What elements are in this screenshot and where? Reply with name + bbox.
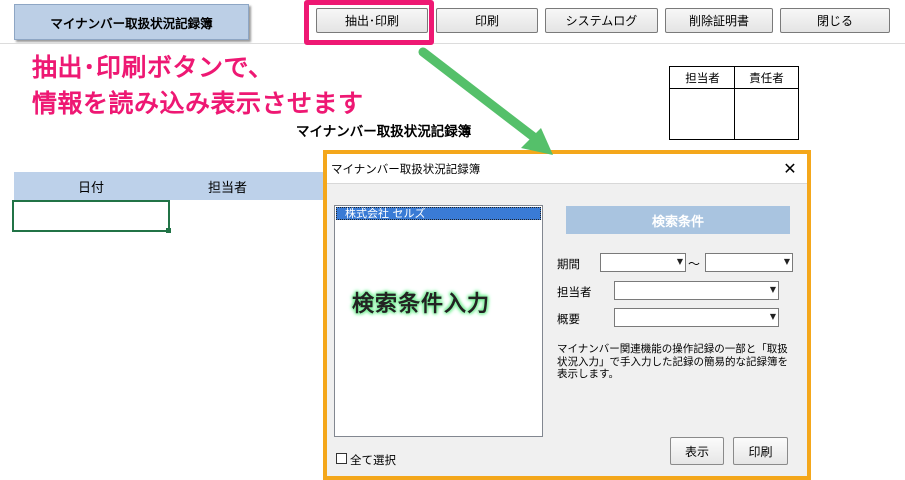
chevron-down-icon: ▼ bbox=[769, 312, 776, 321]
stamp-supervisor: 責任者 bbox=[734, 67, 799, 89]
select-all-checkbox[interactable] bbox=[336, 453, 347, 464]
chevron-down-icon: ▼ bbox=[783, 257, 790, 266]
sheet-header-row: 日付 担当者 bbox=[14, 172, 324, 200]
dialog-description: マイナンバー関連機能の操作記録の一部と「取扱状況入力」で手入力した記録の簡易的な… bbox=[557, 343, 788, 380]
summary-select[interactable]: ▼ bbox=[614, 308, 779, 327]
system-log-button[interactable]: システムログ bbox=[545, 8, 658, 33]
extract-print-highlight bbox=[304, 0, 434, 45]
callout-line-1: 抽出･印刷ボタンで、 bbox=[32, 53, 274, 82]
select-all-label: 全て選択 bbox=[350, 453, 396, 467]
fill-handle[interactable] bbox=[166, 228, 171, 233]
approval-stamp-box: 担当者 責任者 bbox=[669, 66, 799, 140]
dialog-print-button[interactable]: 印刷 bbox=[733, 437, 788, 465]
dialog-title: マイナンバー取扱状況記録簿 bbox=[331, 162, 481, 176]
list-item[interactable]: 株式会社 セルズ bbox=[336, 207, 541, 220]
close-button[interactable]: 閉じる bbox=[780, 8, 890, 33]
column-header-date: 日付 bbox=[78, 181, 105, 196]
period-label: 期間 bbox=[557, 257, 580, 271]
deletion-certificate-button[interactable]: 削除証明書 bbox=[665, 8, 773, 33]
staff-select[interactable]: ▼ bbox=[614, 281, 779, 300]
period-end-select[interactable]: ▼ bbox=[705, 253, 793, 272]
period-start-select[interactable]: ▼ bbox=[600, 253, 686, 272]
stamp-person-in-charge: 担当者 bbox=[670, 67, 735, 89]
search-condition-overlay-label: 検索条件入力 bbox=[352, 292, 491, 317]
active-cell[interactable] bbox=[12, 200, 170, 232]
sheet-title-plate: マイナンバー取扱状況記録簿 bbox=[14, 4, 249, 40]
staff-label: 担当者 bbox=[557, 285, 592, 299]
header-divider bbox=[0, 43, 905, 44]
chevron-down-icon: ▼ bbox=[769, 285, 776, 294]
dialog-close-icon[interactable]: ✕ bbox=[778, 156, 802, 180]
print-button[interactable]: 印刷 bbox=[436, 8, 538, 33]
show-button[interactable]: 表示 bbox=[670, 437, 724, 465]
search-conditions-heading: 検索条件 bbox=[566, 206, 790, 234]
chevron-down-icon: ▼ bbox=[676, 257, 683, 266]
column-header-staff: 担当者 bbox=[208, 181, 248, 196]
summary-label: 概要 bbox=[557, 312, 580, 326]
callout-line-2: 情報を読み込み表示させます bbox=[32, 89, 364, 118]
stamp-divider bbox=[734, 67, 735, 139]
company-listbox[interactable] bbox=[334, 205, 543, 437]
period-separator: ～ bbox=[688, 257, 701, 271]
record-sheet-title: マイナンバー取扱状況記録簿 bbox=[296, 124, 472, 140]
